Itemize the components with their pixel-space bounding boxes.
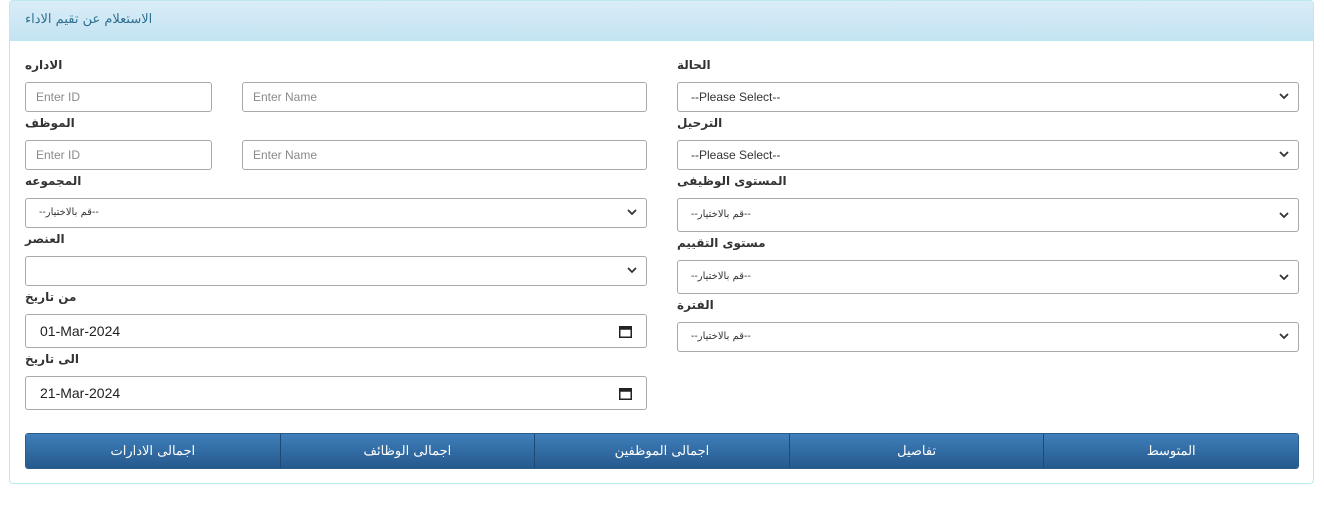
eval-level-select[interactable]: --قم بالاختيار-- [677,260,1299,294]
employees-total-button[interactable]: اجمالى الموظفين [534,434,789,468]
employee-name-input[interactable] [242,140,647,170]
department-id-input[interactable] [25,82,212,112]
from-date-input[interactable]: 01-Mar-2024 [25,314,647,348]
departments-total-button[interactable]: اجمالى الادارات [26,434,280,468]
status-select[interactable]: --Please Select-- [677,82,1299,112]
details-button[interactable]: تفاصيل [788,434,1044,468]
calendar-icon[interactable] [619,387,632,400]
action-button-group: اجمالى الادارات اجمالى الوظائف اجمالى ال… [25,433,1299,469]
jobs-total-button[interactable]: اجمالى الوظائف [279,434,535,468]
chevron-down-icon [1279,151,1289,158]
period-select[interactable]: --قم بالاختيار-- [677,322,1299,352]
status-select-value: --Please Select-- [691,90,781,104]
department-label: الاداره [25,58,63,72]
to-date-value: 21-Mar-2024 [40,385,121,401]
status-label: الحالة [677,58,711,72]
job-level-label: المستوى الوظيفى [677,174,787,188]
chevron-down-icon [1279,93,1289,100]
eval-level-label: مستوى التقييم [677,236,766,250]
element-select[interactable] [25,256,647,286]
period-select-value: --قم بالاختيار-- [691,331,751,342]
chevron-down-icon [1279,212,1289,219]
group-select[interactable]: --قم بالاختيار-- [25,198,647,228]
employee-id-input[interactable] [25,140,212,170]
chevron-down-icon [627,267,637,274]
chevron-down-icon [1279,333,1289,340]
evaluation-query-panel: الاستعلام عن تقيم الاداء [9,0,1314,484]
panel-title: الاستعلام عن تقيم الاداء [25,12,153,27]
chevron-down-icon [627,209,637,216]
from-date-label: من تاريخ [25,290,77,304]
employee-label: الموظف [25,116,75,130]
job-level-select-value: --قم بالاختيار-- [691,209,751,220]
to-date-input[interactable]: 21-Mar-2024 [25,376,647,410]
eval-level-select-value: --قم بالاختيار-- [691,271,751,282]
posting-label: الترحيل [677,116,723,130]
period-label: الفترة [677,298,714,312]
to-date-label: الى تاريخ [25,352,80,366]
average-button[interactable]: المتوسط [1043,434,1298,468]
calendar-icon[interactable] [619,325,632,338]
panel-heading: الاستعلام عن تقيم الاداء [10,1,1313,41]
posting-select-value: --Please Select-- [691,148,781,162]
job-level-select[interactable]: --قم بالاختيار-- [677,198,1299,232]
posting-select[interactable]: --Please Select-- [677,140,1299,170]
group-label: المجموعه [25,174,82,188]
chevron-down-icon [1279,274,1289,281]
element-label: العنصر [25,232,65,246]
group-select-value: --قم بالاختيار-- [39,207,99,218]
department-name-input[interactable] [242,82,647,112]
from-date-value: 01-Mar-2024 [40,323,121,339]
